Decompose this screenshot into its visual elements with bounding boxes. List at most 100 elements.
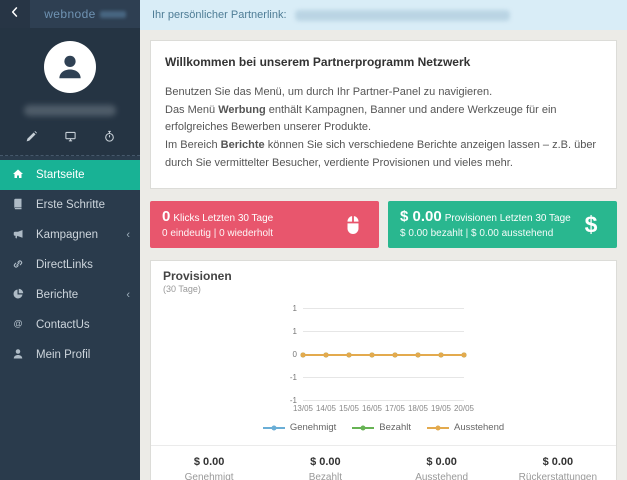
- stopwatch-icon[interactable]: [103, 130, 116, 143]
- summary-label: Rückerstattungen: [518, 472, 598, 480]
- sidebar: webnode Startseite Erste Schritte Kampagne…: [0, 0, 140, 480]
- monitor-icon[interactable]: [64, 130, 77, 143]
- data-point: [323, 352, 329, 358]
- chart-header: Provisionen (30 Tage): [151, 261, 616, 294]
- content: Willkommen bei unserem Partnerprogramm N…: [140, 30, 627, 480]
- user-icon: [12, 348, 24, 363]
- x-axis-tick-label: 16/05: [361, 404, 383, 414]
- legend-item-bezahlt[interactable]: Bezahlt: [352, 422, 411, 433]
- legend-label: Genehmigt: [289, 422, 337, 434]
- y-axis-tick-label: 0: [292, 350, 297, 360]
- sidebar-item-label: Mein Profil: [36, 349, 91, 361]
- affiliate-panel-app: webnode Startseite Erste Schritte Kampagne…: [0, 0, 627, 480]
- x-axis-tick-label: 14/05: [315, 404, 337, 414]
- sidebar-item-contactus[interactable]: @ ContactUs: [0, 310, 140, 340]
- welcome-line-3: Im Bereich Berichte können Sie sich vers…: [165, 138, 597, 169]
- profile-tools: [0, 130, 140, 143]
- x-axis-tick-label: 19/05: [430, 404, 452, 414]
- chevron-collapsed-icon: ‹: [126, 289, 130, 301]
- summary-genehmigt: $ 0.00 Genehmigt: [151, 456, 267, 480]
- chart-x-axis-labels: 13/05 14/05 15/05 16/05 17/05 18/05 19/05 20/05: [293, 404, 474, 415]
- sidebar-item-label: Startseite: [36, 169, 85, 181]
- summary-label: Ausstehend: [415, 472, 469, 480]
- legend-item-ausstehend[interactable]: Ausstehend: [426, 422, 505, 434]
- chart-legend: Genehmigt Bezahlt Ausstehend: [262, 422, 505, 434]
- sidebar-item-mein-profil[interactable]: Mein Profil: [0, 340, 140, 370]
- stat-cards-row: 0 Klicks Letzten 30 Tage 0 eindeutig | 0 …: [150, 201, 617, 249]
- pencil-icon[interactable]: [25, 130, 38, 143]
- svg-text:$: $: [585, 213, 598, 237]
- clicks-stat-text: 0 Klicks Letzten 30 Tage: [162, 208, 274, 226]
- dollar-icon: $: [579, 213, 603, 237]
- logo-text: webnode: [44, 7, 96, 21]
- chart-plot-area: 1 1 0 -1 -1: [290, 304, 467, 405]
- book-icon: [12, 198, 24, 213]
- chart-pie-icon: [12, 288, 24, 303]
- chart-title: Provisionen: [163, 269, 232, 284]
- chevron-collapsed-icon: ‹: [126, 229, 130, 241]
- summary-value: $ 0.00: [193, 456, 225, 469]
- y-axis-tick-label: -1: [289, 373, 297, 383]
- sidebar-item-label: DirectLinks: [36, 259, 93, 271]
- legend-label: Bezahlt: [379, 422, 411, 434]
- logo-suffix-redacted: [99, 10, 126, 18]
- sidebar-item-label: Berichte: [36, 289, 79, 301]
- sidebar-header: webnode: [0, 0, 140, 28]
- data-point: [438, 352, 444, 358]
- profile-section: [0, 28, 140, 156]
- x-axis-tick-label: 20/05: [453, 404, 475, 414]
- commissions-stat-text: $ 0.00 Provisionen Letzten 30 Tage: [400, 208, 571, 226]
- legend-label: Ausstehend: [453, 422, 505, 434]
- summary-label: Bezahlt: [308, 472, 343, 480]
- welcome-title: Willkommen bei unserem Partnerprogramm N…: [165, 55, 471, 69]
- commissions-stat-sub: $ 0.00 bezahlt | $ 0.00 ausstehend: [400, 228, 554, 240]
- sidebar-item-kampagnen[interactable]: Kampagnen ‹: [0, 220, 140, 250]
- summary-value: $ 0.00: [310, 456, 341, 469]
- x-axis-tick-label: 17/05: [384, 404, 406, 414]
- svg-text:@: @: [14, 318, 23, 328]
- summary-value: $ 0.00: [542, 456, 574, 469]
- avatar: [44, 41, 96, 93]
- sidebar-item-directlinks[interactable]: DirectLinks: [0, 250, 140, 280]
- main-area: Ihr persönlicher Partnerlink: Willkommen…: [140, 0, 627, 480]
- megaphone-icon: [12, 228, 24, 243]
- summary-bezahlt: $ 0.00 Bezahlt: [267, 456, 383, 480]
- home-icon: [12, 168, 24, 183]
- sidebar-item-berichte[interactable]: Berichte ‹: [0, 280, 140, 310]
- mouse-icon: [341, 213, 365, 237]
- at-icon: @: [12, 318, 24, 333]
- clicks-stat-sub: 0 eindeutig | 0 wiederholt: [162, 228, 274, 240]
- link-icon: [12, 258, 24, 273]
- sidebar-item-label: Erste Schritte: [36, 199, 106, 211]
- sidebar-item-startseite[interactable]: Startseite: [0, 160, 140, 190]
- collapse-sidebar-button[interactable]: [0, 0, 30, 28]
- x-axis-tick-label: 15/05: [338, 404, 360, 414]
- x-axis-tick-label: 18/05: [407, 404, 429, 414]
- data-point: [300, 352, 306, 358]
- sidebar-menu: Startseite Erste Schritte Kampagnen ‹ Direct…: [0, 160, 140, 370]
- data-point: [369, 352, 375, 358]
- chart-subtitle: (30 Tage): [163, 284, 201, 295]
- chart: 1 1 0 -1 -1 13/05 14/05 15/05 16/05 17/05 18/05 19…: [151, 294, 616, 437]
- chart-summary-row: $ 0.00 Genehmigt $ 0.00 Bezahlt $ 0.00 Ausste…: [151, 445, 616, 480]
- partner-link-redacted[interactable]: [294, 9, 510, 21]
- summary-r-ckerstattungen: $ 0.00 Rückerstattungen: [500, 456, 616, 480]
- welcome-panel: Willkommen bei unserem Partnerprogramm N…: [150, 40, 617, 190]
- summary-ausstehend: $ 0.00 Ausstehend: [384, 456, 500, 480]
- data-point: [346, 352, 352, 358]
- x-axis-tick-label: 13/05: [292, 404, 314, 414]
- data-point: [461, 352, 467, 358]
- username-redacted: [24, 105, 116, 116]
- y-axis-tick-label: 1: [292, 327, 297, 337]
- summary-value: $ 0.00: [426, 456, 457, 469]
- legend-item-genehmigt[interactable]: Genehmigt: [262, 422, 337, 434]
- sidebar-item-label: ContactUs: [36, 319, 90, 331]
- y-axis-tick-label: 1: [292, 304, 297, 314]
- sidebar-item-erste-schritte[interactable]: Erste Schritte: [0, 190, 140, 220]
- sidebar-item-label: Kampagnen: [36, 229, 99, 241]
- welcome-line-2: Das Menü Werbung enthält Kampagnen, Bann…: [165, 103, 557, 134]
- commissions-chart-panel: Provisionen (30 Tage) 1 1 0 -1 -1 13/05 14/05…: [150, 260, 617, 480]
- summary-label: Genehmigt: [184, 472, 234, 480]
- data-point: [415, 352, 421, 358]
- data-point: [392, 352, 398, 358]
